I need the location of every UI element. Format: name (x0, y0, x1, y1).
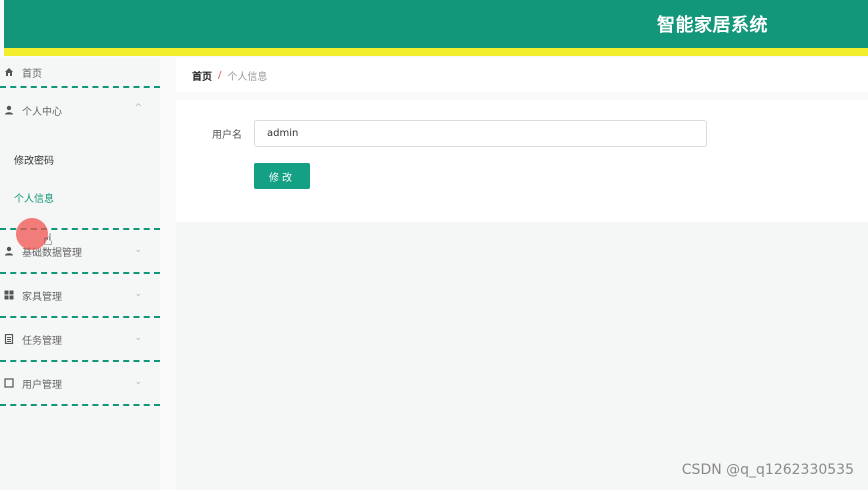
submenu-item-personal-info[interactable]: 个人信息 (14, 178, 160, 216)
user-icon (4, 246, 14, 256)
app-title: 智能家居系统 (657, 15, 768, 36)
chevron-up-icon: ^ (134, 103, 142, 113)
breadcrumb-separator: / (218, 69, 222, 81)
chevron-down-icon: ⌄ (134, 377, 142, 387)
sidebar: 首页 个人中心 ^ 修改密码 个人信息 基础数据管理 ⌄ 家具管理 ⌄ 任务管理… (0, 58, 160, 490)
username-field[interactable] (254, 120, 707, 147)
header-accent-stripe (4, 48, 868, 56)
sidebar-item-label: 个人中心 (22, 106, 62, 118)
breadcrumb: 首页 / 个人信息 (176, 58, 868, 92)
breadcrumb-home[interactable]: 首页 (192, 68, 212, 83)
watermark: CSDN @q_q1262330535 (681, 462, 854, 478)
home-icon (4, 67, 14, 77)
breadcrumb-current: 个人信息 (227, 71, 268, 83)
username-label: 用户名 (212, 130, 242, 141)
sidebar-item-home[interactable]: 首页 (0, 58, 160, 88)
chevron-down-icon: ⌄ (134, 333, 142, 343)
personal-center-submenu: 修改密码 个人信息 (0, 132, 160, 230)
sidebar-item-label: 用户管理 (22, 379, 62, 391)
profile-form: 用户名 修改 (176, 100, 868, 222)
hand-cursor-icon: ☝ (43, 230, 53, 249)
sidebar-item-label: 任务管理 (22, 335, 62, 347)
grid-icon (4, 290, 14, 300)
sidebar-item-furniture[interactable]: 家具管理 ⌄ (0, 274, 160, 318)
app-root: 智能家居系统 首页 个人中心 ^ 修改密码 个人信息 基础数据管理 ⌄ 家具管理… (0, 0, 868, 490)
sidebar-item-personal-center[interactable]: 个人中心 ^ (0, 88, 160, 132)
modify-button[interactable]: 修改 (254, 163, 310, 189)
sidebar-item-users[interactable]: 用户管理 ⌄ (0, 362, 160, 406)
square-icon (4, 378, 14, 388)
sidebar-item-label: 首页 (22, 68, 42, 80)
document-icon (4, 334, 14, 344)
content-background (176, 222, 868, 490)
user-icon (4, 105, 14, 115)
chevron-down-icon: ⌄ (134, 289, 142, 299)
top-header: 智能家居系统 (4, 0, 868, 48)
sidebar-item-label: 家具管理 (22, 291, 62, 303)
sidebar-item-tasks[interactable]: 任务管理 ⌄ (0, 318, 160, 362)
submenu-item-change-password[interactable]: 修改密码 (14, 140, 160, 178)
chevron-down-icon: ⌄ (134, 245, 142, 255)
